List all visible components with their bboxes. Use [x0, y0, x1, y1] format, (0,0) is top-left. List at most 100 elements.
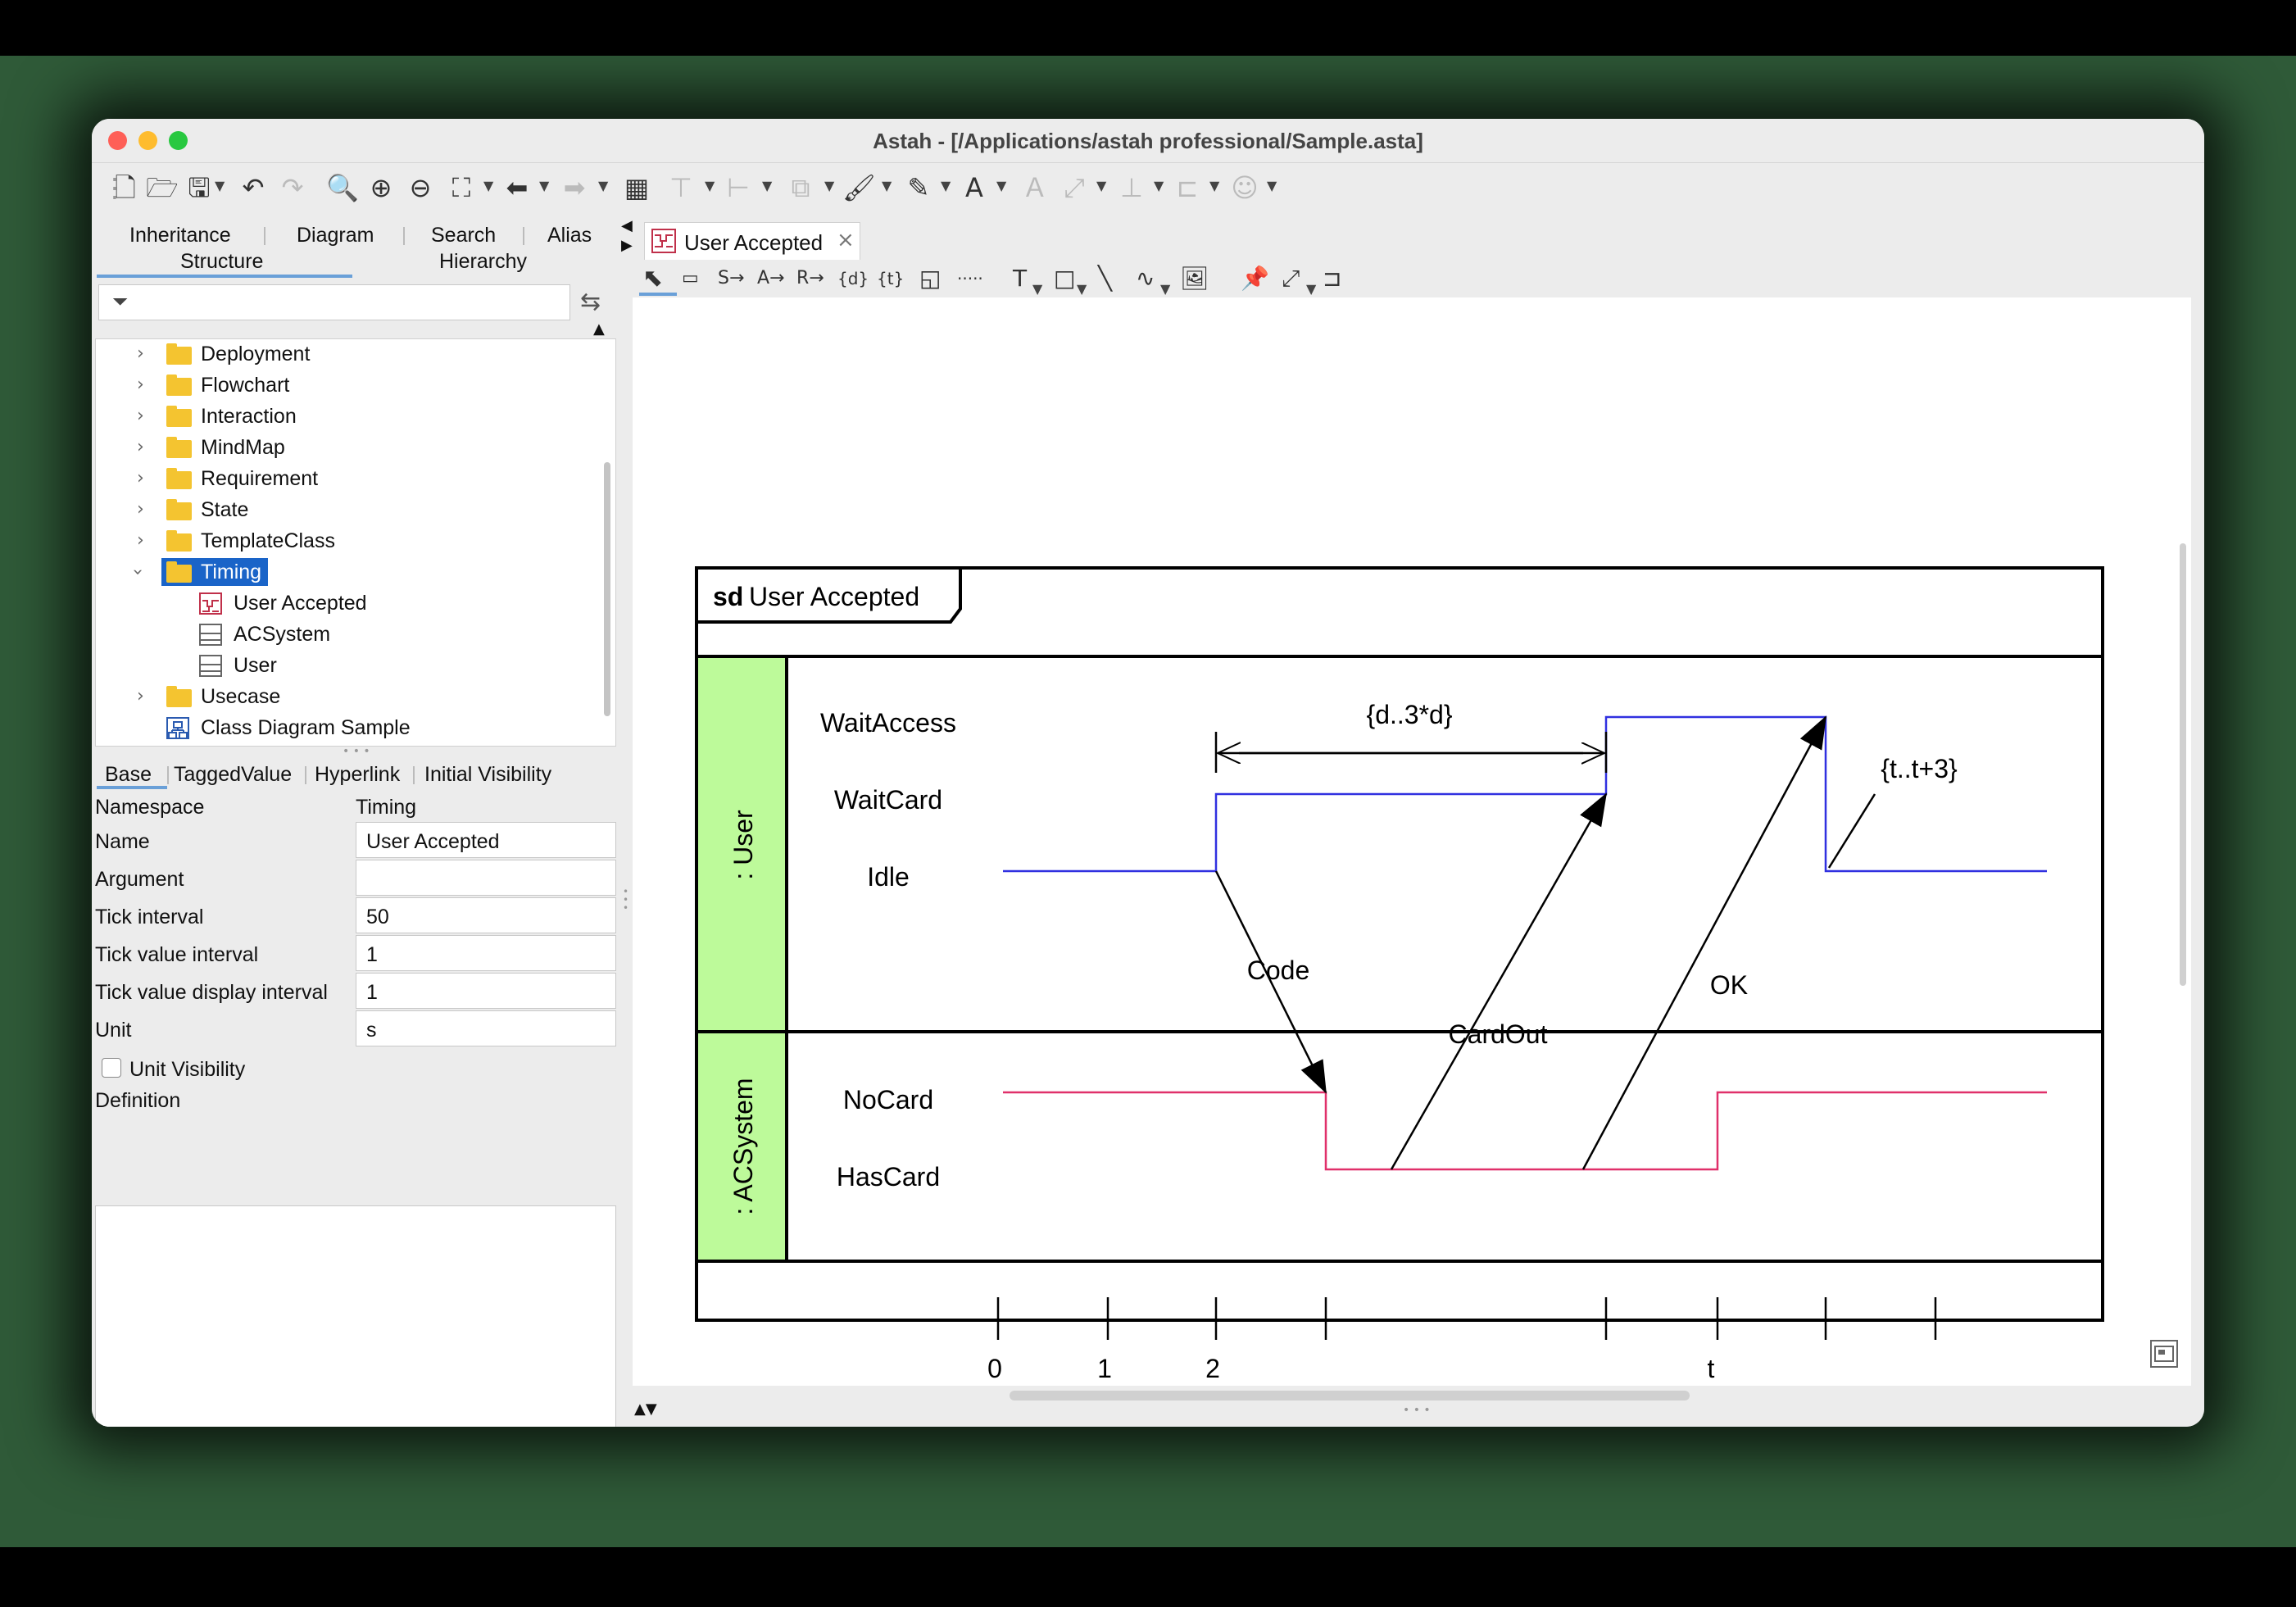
- back-dropdown-icon[interactable]: ▼: [539, 178, 549, 193]
- font-color-icon[interactable]: A: [959, 173, 990, 202]
- tree-item-interaction[interactable]: › Interaction: [96, 402, 596, 431]
- arrange-dropdown-icon[interactable]: ▼: [824, 178, 834, 193]
- state-invariant-tool-icon[interactable]: A→: [757, 265, 784, 293]
- state-waitaccess[interactable]: WaitAccess: [820, 708, 956, 738]
- tree-item-flowchart[interactable]: › Flowchart: [96, 370, 596, 400]
- rectangle-tool-dropdown-icon[interactable]: ▼: [1077, 281, 1087, 297]
- forward-dropdown-icon[interactable]: ▼: [598, 178, 608, 193]
- state-waitcard[interactable]: WaitCard: [834, 785, 942, 815]
- tree-item-user[interactable]: User: [96, 651, 596, 680]
- sync-tree-icon[interactable]: ⇆: [580, 288, 601, 316]
- emoji-dropdown-icon[interactable]: ▼: [1267, 178, 1277, 193]
- note-tool-icon[interactable]: ◱: [919, 265, 941, 293]
- save-icon[interactable]: 🖫: [184, 173, 215, 202]
- tree-item-requirement[interactable]: › Requirement: [96, 464, 596, 493]
- tree-layout-dropdown-icon[interactable]: ▼: [1154, 178, 1164, 193]
- tree-item-acsystem[interactable]: ACSystem: [96, 620, 596, 649]
- layout-icon[interactable]: ▦: [621, 173, 652, 202]
- tree-item-deployment[interactable]: › Deployment: [96, 339, 596, 369]
- line-jump-icon[interactable]: ⊏: [1172, 173, 1203, 202]
- chevron-right-icon[interactable]: ›: [137, 682, 144, 711]
- chevron-right-icon[interactable]: ›: [137, 402, 144, 431]
- tab-diagram[interactable]: Diagram: [297, 224, 374, 247]
- chevron-right-icon[interactable]: ›: [137, 526, 144, 556]
- state-tool-icon[interactable]: S→: [718, 265, 744, 293]
- open-folder-icon[interactable]: 🗁: [146, 173, 179, 202]
- line-jump-dropdown-icon[interactable]: ▼: [1209, 178, 1219, 193]
- tick-value-display-interval-field[interactable]: 1: [356, 973, 616, 1009]
- chevron-right-icon[interactable]: ›: [137, 464, 144, 493]
- emoji-icon[interactable]: ☺: [1229, 173, 1260, 202]
- tree-item-templateclass[interactable]: › TemplateClass: [96, 526, 596, 556]
- tab-hierarchy[interactable]: Hierarchy: [439, 250, 527, 274]
- horizontal-scrollbar[interactable]: [1010, 1391, 1690, 1400]
- font-style-icon[interactable]: Ａ: [1019, 173, 1050, 202]
- tree-layout-icon[interactable]: ⊥: [1116, 173, 1147, 202]
- chevron-right-icon[interactable]: ›: [137, 495, 144, 524]
- vertical-scrollbar[interactable]: [2180, 543, 2186, 986]
- select-tool-icon[interactable]: ⬉: [642, 265, 663, 293]
- fit-dropdown-icon[interactable]: ▼: [483, 178, 493, 193]
- collapse-bottom-icon[interactable]: ▲▼: [634, 1400, 657, 1418]
- pin-tool-icon[interactable]: 📌: [1241, 265, 1269, 293]
- font-color-dropdown-icon[interactable]: ▼: [996, 178, 1006, 193]
- fit-window-icon[interactable]: ⛶: [446, 173, 477, 202]
- chevron-right-icon[interactable]: ›: [137, 433, 144, 462]
- tree-item-usecase[interactable]: › Usecase: [96, 682, 596, 711]
- tree-item-state[interactable]: › State: [96, 495, 596, 524]
- duration-constraint-label[interactable]: {d..3*d}: [1367, 700, 1453, 729]
- text-tool-icon[interactable]: T: [1013, 265, 1027, 293]
- tab-structure[interactable]: Structure: [180, 250, 263, 274]
- state-hascard[interactable]: HasCard: [837, 1162, 940, 1192]
- tree-scrollbar[interactable]: [604, 462, 610, 716]
- unit-visibility-checkbox[interactable]: [102, 1058, 121, 1078]
- save-dropdown-icon[interactable]: ▼: [215, 178, 225, 193]
- name-field[interactable]: User Accepted: [356, 822, 616, 858]
- bottom-splitter-dots-icon[interactable]: • • •: [1403, 1404, 1431, 1417]
- time-constraint-label[interactable]: {t..t+3}: [1881, 754, 1958, 783]
- chevron-down-icon[interactable]: ›: [122, 569, 152, 576]
- tick-interval-field[interactable]: 50: [356, 897, 616, 933]
- chevron-right-icon[interactable]: ›: [137, 339, 144, 369]
- align-top-dropdown-icon[interactable]: ▼: [705, 178, 715, 193]
- arrange-icon[interactable]: ⧉: [785, 173, 816, 202]
- state-idle[interactable]: Idle: [867, 862, 910, 892]
- align-left-dropdown-icon[interactable]: ▼: [762, 178, 772, 193]
- align-left-icon[interactable]: ⊢: [723, 173, 754, 202]
- line-color-dropdown-icon[interactable]: ▼: [941, 178, 951, 193]
- lifeline-tool-icon[interactable]: ▭: [682, 265, 699, 293]
- line-color-icon[interactable]: ✎: [903, 173, 934, 202]
- tree-item-user-accepted[interactable]: User Accepted: [96, 588, 596, 618]
- zoom-in-icon[interactable]: ⊕: [365, 173, 397, 202]
- time-constraint-tool-icon[interactable]: {t}: [877, 265, 904, 293]
- new-file-icon[interactable]: 🗋: [110, 173, 141, 202]
- tab-hyperlink[interactable]: Hyperlink: [315, 763, 400, 787]
- line-style-dropdown-icon[interactable]: ▼: [1096, 178, 1106, 193]
- image-tool-icon[interactable]: 🖼: [1180, 265, 1209, 293]
- fill-color-dropdown-icon[interactable]: ▼: [882, 178, 892, 193]
- diagram-canvas[interactable]: sd User Accepted : User : ACSystem WaitA…: [633, 297, 2191, 1386]
- back-arrow-icon[interactable]: ⬅: [501, 173, 533, 202]
- note-anchor-tool-icon[interactable]: ·····: [957, 265, 983, 293]
- connector-style-dropdown-icon[interactable]: ▼: [1306, 281, 1316, 297]
- unit-field[interactable]: s: [356, 1010, 616, 1046]
- rectangle-tool-icon[interactable]: □: [1054, 265, 1075, 293]
- tab-search[interactable]: Search: [431, 224, 496, 247]
- state-nocard[interactable]: NoCard: [843, 1085, 933, 1114]
- zoom-fit-icon[interactable]: 🔍: [326, 173, 359, 202]
- duration-constraint-tool-icon[interactable]: {d}: [837, 265, 869, 293]
- editor-tab-user-accepted[interactable]: User Accepted ×: [644, 222, 860, 260]
- line-style-icon[interactable]: ⤢: [1059, 173, 1090, 202]
- freehand-tool-icon[interactable]: ∿: [1136, 265, 1155, 293]
- chevron-right-icon[interactable]: ›: [137, 370, 144, 400]
- tab-base[interactable]: Base: [105, 763, 152, 787]
- tab-taggedvalue[interactable]: TaggedValue: [174, 763, 292, 787]
- redo-icon[interactable]: ↷: [277, 173, 308, 202]
- freehand-tool-dropdown-icon[interactable]: ▼: [1160, 281, 1170, 297]
- scroll-up-icon[interactable]: ▲: [593, 320, 605, 338]
- argument-field[interactable]: [356, 860, 616, 896]
- tab-inheritance[interactable]: Inheritance: [129, 224, 231, 247]
- fill-color-icon[interactable]: 🖌: [842, 173, 876, 202]
- line-tool-icon[interactable]: ╲: [1098, 265, 1112, 293]
- zoom-out-icon[interactable]: ⊖: [405, 173, 436, 202]
